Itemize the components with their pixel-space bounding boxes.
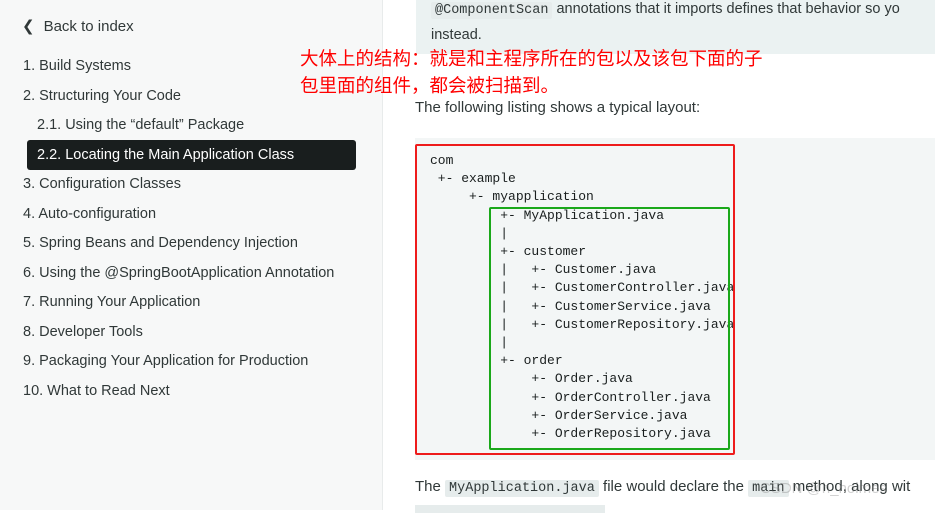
sidebar-item-packaging[interactable]: 9. Packaging Your Application for Produc…: [23, 353, 308, 369]
sidebar-item-structuring-code[interactable]: 2. Structuring Your Code: [23, 88, 181, 104]
back-label: Back to index: [43, 17, 134, 35]
annotation-line-2: 包里面的组件，都会被扫描到。: [300, 76, 560, 97]
note-text-line2: instead.: [431, 27, 482, 43]
sidebar-item-default-package[interactable]: 2.1. Using the “default” Package: [37, 117, 244, 133]
bottom-rest: file would declare the: [603, 478, 744, 495]
sidebar-item-spring-beans[interactable]: 5. Spring Beans and Dependency Injection: [23, 235, 298, 251]
inline-code-myapplication: MyApplication.java: [445, 480, 599, 497]
inline-code-componentscan: @ComponentScan: [431, 2, 553, 19]
green-highlight-box: [489, 207, 730, 450]
back-to-index-link[interactable]: ❮ Back to index: [22, 17, 134, 36]
sidebar-item-auto-configuration[interactable]: 4. Auto-configuration: [23, 206, 156, 222]
inline-code-next-line: [415, 505, 605, 513]
listing-intro: The following listing shows a typical la…: [415, 99, 701, 116]
note-text: @ComponentScan annotations that it impor…: [431, 0, 900, 48]
sidebar-item-configuration-classes[interactable]: 3. Configuration Classes: [23, 176, 181, 192]
annotation-text: 大体上的结构：就是和主程序所在的包以及该包下面的子 包里面的组件，都会被扫描到。: [300, 46, 763, 100]
sidebar-item-springbootapplication[interactable]: 6. Using the @SpringBootApplication Anno…: [23, 265, 334, 281]
watermark: CSDN @h_holmes: [760, 480, 887, 497]
sidebar-item-what-to-read-next[interactable]: 10. What to Read Next: [23, 383, 170, 399]
note-text-rest: annotations that it imports defines that…: [552, 1, 900, 17]
sidebar-item-developer-tools[interactable]: 8. Developer Tools: [23, 324, 143, 340]
chevron-left-icon: ❮: [22, 18, 35, 35]
sidebar-item-build-systems[interactable]: 1. Build Systems: [23, 58, 131, 74]
sidebar-item-main-application-class[interactable]: 2.2. Locating the Main Application Class: [27, 140, 356, 170]
sidebar-item-running-application[interactable]: 7. Running Your Application: [23, 294, 200, 310]
bottom-the: The: [415, 478, 441, 495]
annotation-line-1: 大体上的结构：就是和主程序所在的包以及该包下面的子: [300, 49, 763, 70]
